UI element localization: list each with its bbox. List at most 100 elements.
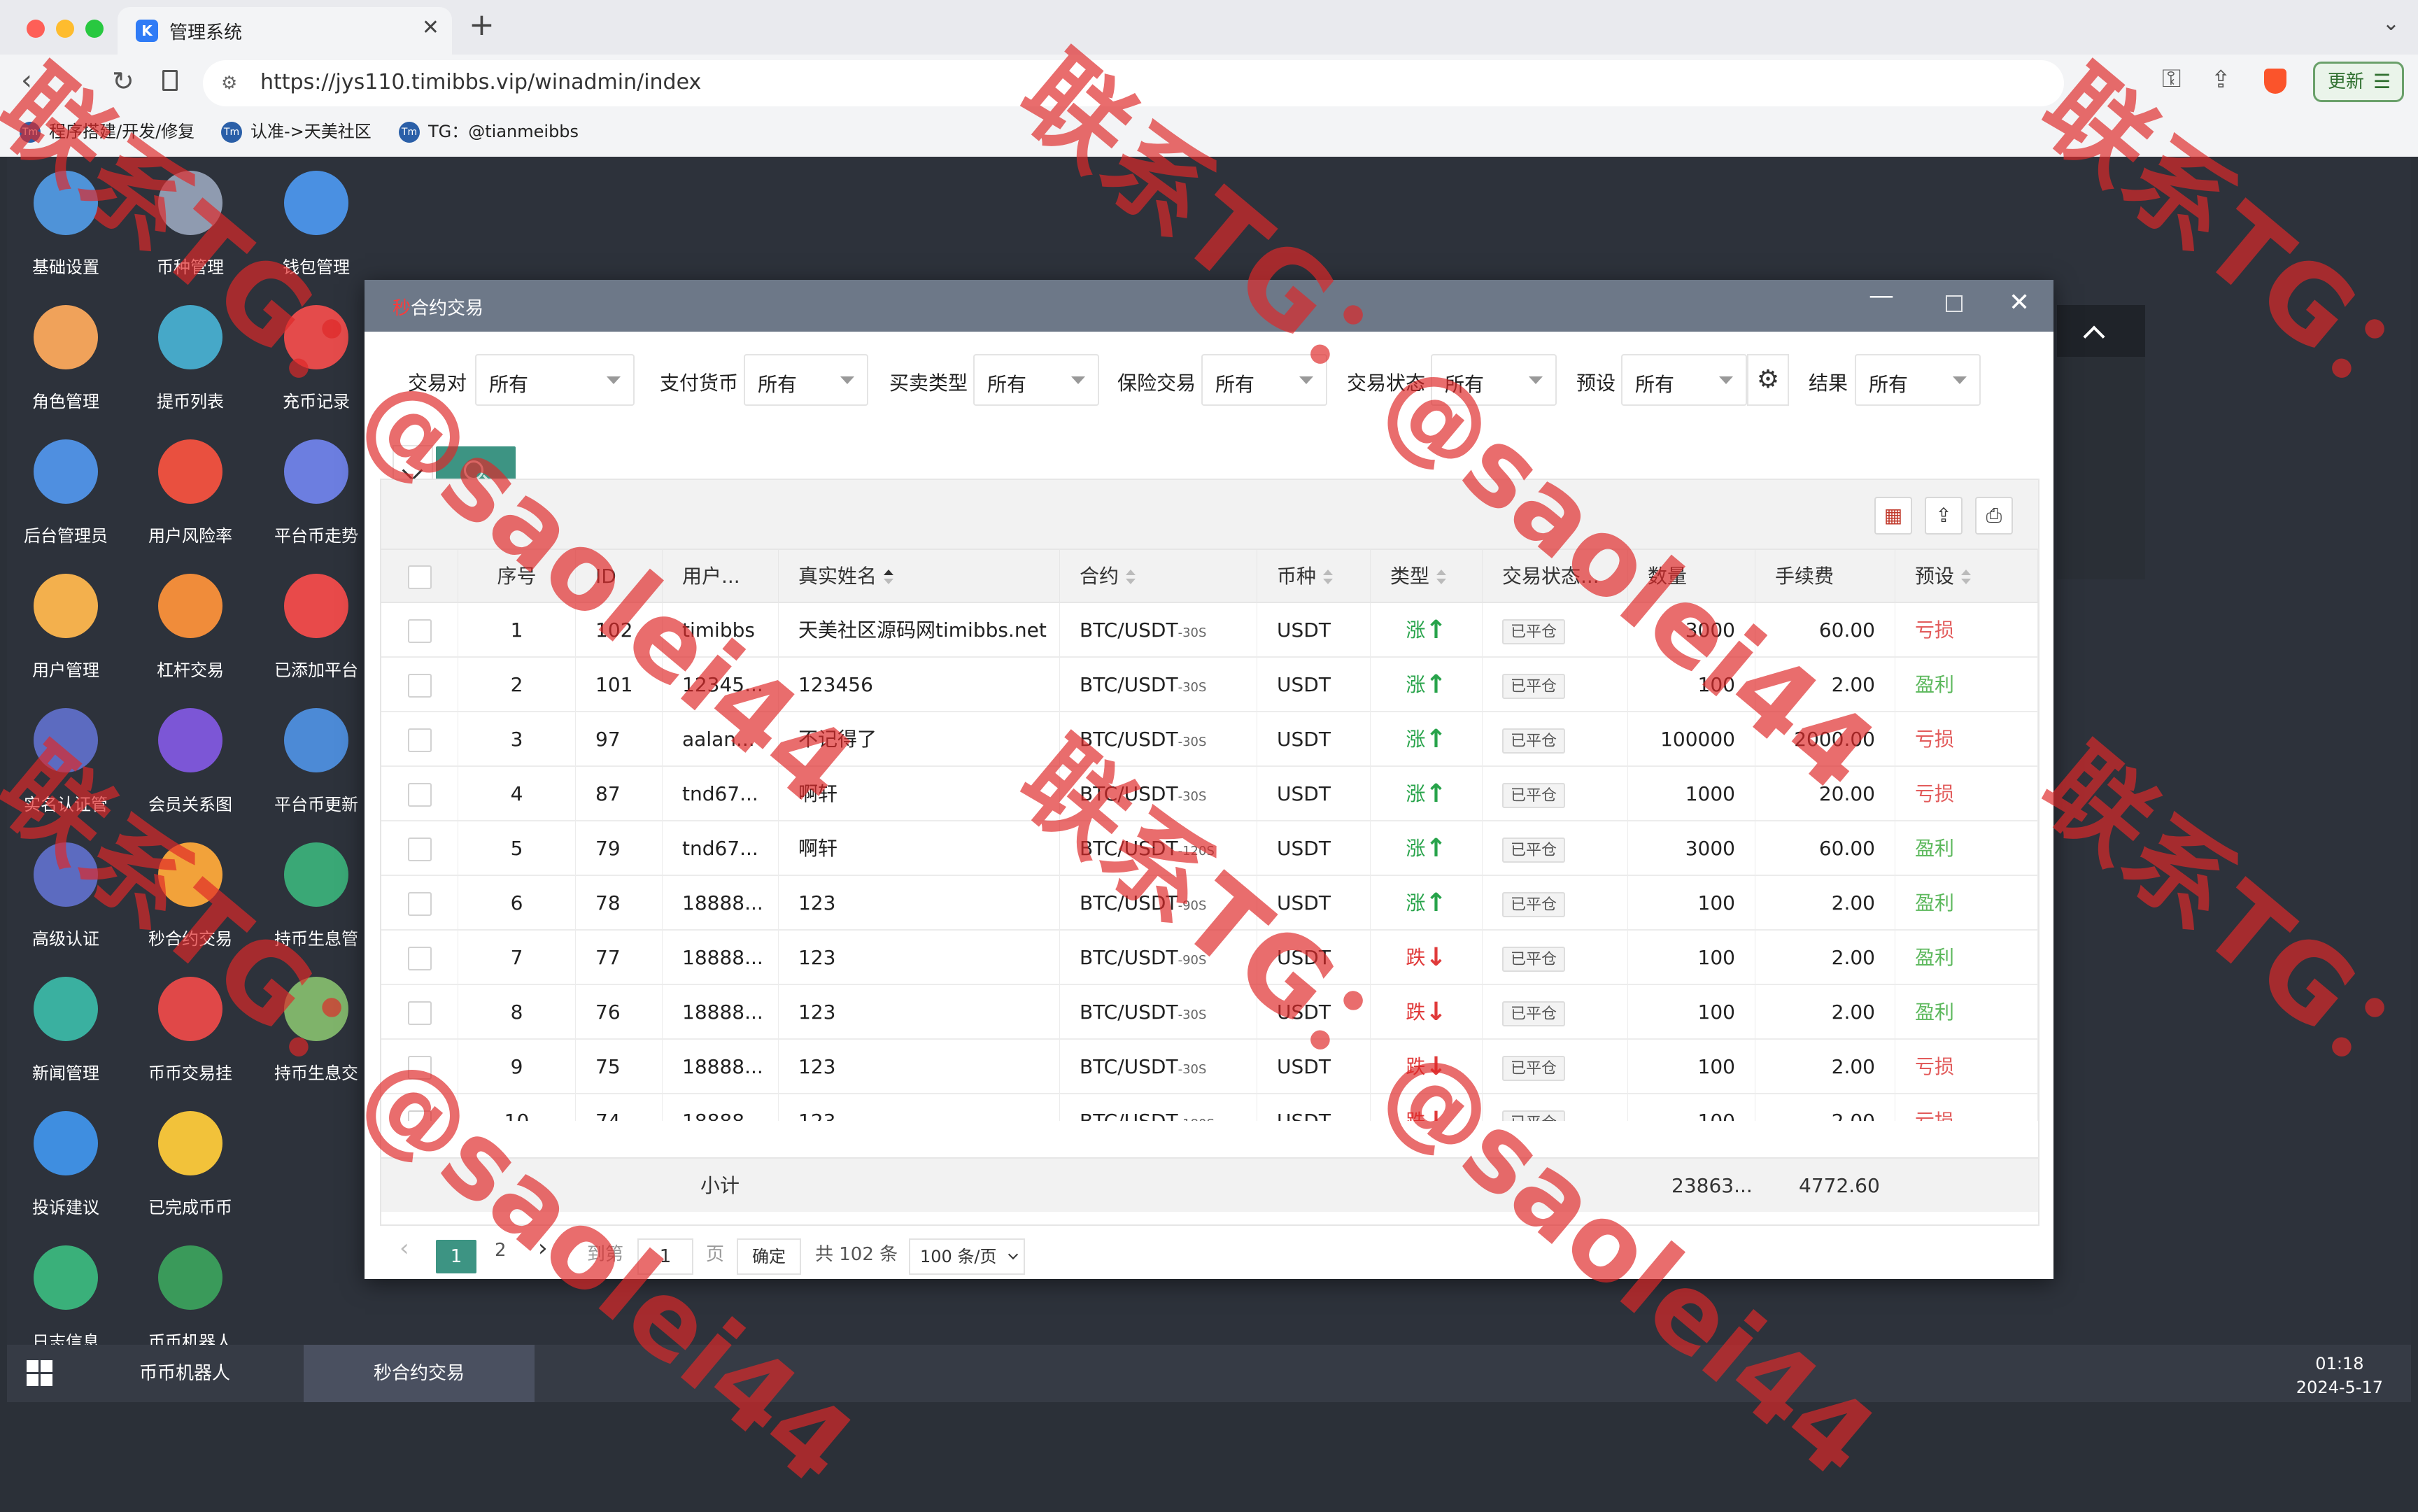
page-1-button[interactable]: 1 xyxy=(436,1240,476,1273)
table-row[interactable]: 9 75 18888... 123 BTC/USDT-30S USDT 跌↓ 已平仓 100 2.… xyxy=(381,1040,2038,1094)
column-header[interactable]: 类型 xyxy=(1371,550,1483,603)
desktop-icon[interactable]: 充币记录 xyxy=(253,298,379,431)
desktop-icon[interactable]: 平台币更新 xyxy=(253,701,379,834)
table-row[interactable]: 7 77 18888... 123 BTC/USDT-90S USDT 跌↓ 已平仓 100 2.… xyxy=(381,931,2038,985)
taskbar-item-contract[interactable]: 秒合约交易 xyxy=(304,1345,535,1402)
desktop-icon[interactable]: 持币生息交 xyxy=(253,970,379,1103)
sort-icon[interactable] xyxy=(884,570,894,585)
taskbar-item-robot[interactable]: 币币机器人 xyxy=(71,1345,298,1402)
reload-icon[interactable]: ↻ xyxy=(112,66,134,97)
window-titlebar[interactable]: 秒合约交易 — ✕ xyxy=(365,280,2053,332)
column-header[interactable]: 合约 xyxy=(1060,550,1257,603)
url-text[interactable]: https://jys110.timibbs.vip/winadmin/inde… xyxy=(260,70,701,94)
column-header[interactable]: 数量 xyxy=(1628,550,1755,603)
collapse-chevron-icon[interactable] xyxy=(2057,305,2145,357)
column-header[interactable]: 用户... xyxy=(663,550,779,603)
column-header[interactable]: 交易状态... xyxy=(1483,550,1628,603)
tab-close-icon[interactable]: ✕ xyxy=(422,15,439,40)
table-row[interactable]: 6 78 18888... 123 BTC/USDT-90S USDT 涨↑ 已平仓 100 2.… xyxy=(381,876,2038,931)
prev-page-icon[interactable]: ‹ xyxy=(400,1234,409,1262)
desktop-icon[interactable]: 币种管理 xyxy=(127,164,253,297)
column-header[interactable]: 预设 xyxy=(1895,550,2038,603)
filter-select-side[interactable]: 所有 xyxy=(973,354,1099,406)
columns-filter-icon[interactable]: ▦ xyxy=(1874,497,1912,535)
row-checkbox[interactable] xyxy=(381,767,458,821)
column-header[interactable]: ID xyxy=(576,550,663,603)
filter-select-status[interactable]: 所有 xyxy=(1431,354,1557,406)
row-checkbox[interactable] xyxy=(381,876,458,931)
tab-list-chevron-icon[interactable]: ⌄ xyxy=(2382,11,2400,36)
bookmark-icon[interactable] xyxy=(162,70,178,91)
new-tab-icon[interactable]: + xyxy=(469,7,495,43)
address-bar[interactable]: ⚙ https://jys110.timibbs.vip/winadmin/in… xyxy=(203,60,2064,106)
column-header[interactable]: 真实姓名 xyxy=(779,550,1060,603)
table-row[interactable]: 4 87 tnd67... 啊轩 BTC/USDT-30S USDT 涨↑ 已平仓 1000 20… xyxy=(381,767,2038,821)
bookmark-item[interactable]: Tm 认准->天美社区 xyxy=(221,118,372,143)
row-checkbox[interactable] xyxy=(381,658,458,712)
maximize-icon[interactable] xyxy=(1946,295,1963,312)
desktop-icon[interactable]: 已完成币币 xyxy=(127,1104,253,1237)
filter-select-result[interactable]: 所有 xyxy=(1855,354,1981,406)
row-checkbox[interactable] xyxy=(381,985,458,1040)
window-close-dot[interactable] xyxy=(27,20,45,38)
select-all-checkbox[interactable] xyxy=(381,550,458,603)
desktop-icon[interactable]: 会员关系图 xyxy=(127,701,253,834)
table-row[interactable]: 5 79 tnd67... 啊轩 BTC/USDT-120S USDT 涨↑ 已平仓 3000 6… xyxy=(381,821,2038,876)
back-icon[interactable]: ‹ xyxy=(21,64,32,97)
desktop-icon[interactable]: 后台管理员 xyxy=(3,432,129,565)
filter-select-preset[interactable]: 所有 xyxy=(1621,354,1747,406)
sort-icon[interactable] xyxy=(1323,570,1334,585)
table-row[interactable]: 1 102 timibbs 天美社区源码网timibbs.net BTC/USDT-30… xyxy=(381,603,2038,658)
desktop-icon[interactable]: 用户风险率 xyxy=(127,432,253,565)
desktop-icon[interactable]: 角色管理 xyxy=(3,298,129,431)
filter-select-pair[interactable]: 所有 xyxy=(475,354,635,406)
filter-select-insurance[interactable]: 所有 xyxy=(1201,354,1327,406)
bookmark-item[interactable]: Tm 程序搭建/开发/修复 xyxy=(20,118,195,143)
bookmark-item[interactable]: Tm TG：@tianmeibbs xyxy=(399,118,579,143)
gear-icon[interactable]: ⚙ xyxy=(1747,354,1789,406)
background-window[interactable] xyxy=(2057,305,2145,579)
desktop-icon[interactable]: 钱包管理 xyxy=(253,164,379,297)
desktop-icon[interactable]: 持币生息管 xyxy=(253,835,379,968)
page-size-select[interactable]: 100 条/页 xyxy=(909,1238,1025,1275)
desktop-icon[interactable]: 杠杆交易 xyxy=(127,567,253,700)
window-maximize-dot[interactable] xyxy=(85,20,104,38)
goto-page-input[interactable]: 1 xyxy=(637,1238,693,1275)
confirm-button[interactable]: 确定 xyxy=(737,1238,801,1275)
desktop-icon[interactable]: 秒合约交易 xyxy=(127,835,253,968)
desktop-icon[interactable]: 投诉建议 xyxy=(3,1104,129,1237)
sort-icon[interactable] xyxy=(1126,570,1136,585)
minimize-icon[interactable]: — xyxy=(1869,281,1894,310)
print-icon[interactable]: ⎙ xyxy=(1975,497,2013,535)
desktop-icon[interactable]: 新闻管理 xyxy=(3,970,129,1103)
share-icon[interactable]: ⇪ xyxy=(2211,66,2231,94)
row-checkbox[interactable] xyxy=(381,1040,458,1094)
column-header[interactable]: 币种 xyxy=(1257,550,1371,603)
desktop-icon[interactable]: 用户管理 xyxy=(3,567,129,700)
row-checkbox[interactable] xyxy=(381,1094,458,1121)
key-icon[interactable]: ⚿ xyxy=(2162,64,2181,94)
table-row[interactable]: 8 76 18888... 123 BTC/USDT-30S USDT 跌↓ 已平仓 100 2.… xyxy=(381,985,2038,1040)
export-icon[interactable]: ⇪ xyxy=(1925,497,1963,535)
next-page-icon[interactable]: › xyxy=(538,1234,548,1262)
desktop-icon[interactable]: 已添加平台 xyxy=(253,567,379,700)
sort-icon[interactable] xyxy=(1436,570,1447,585)
desktop-icon[interactable]: 基础设置 xyxy=(3,164,129,297)
window-minimize-dot[interactable] xyxy=(56,20,74,38)
row-checkbox[interactable] xyxy=(381,603,458,658)
row-checkbox[interactable] xyxy=(381,821,458,876)
browser-tab[interactable]: K 管理系统 ✕ xyxy=(118,7,452,55)
table-row[interactable]: 2 101 12345... 123456 BTC/USDT-30S USDT 涨↑ 已平仓 1… xyxy=(381,658,2038,712)
column-header[interactable]: 序号 xyxy=(458,550,576,603)
close-icon[interactable]: ✕ xyxy=(2009,288,2030,317)
brave-shield-icon[interactable] xyxy=(2264,69,2286,94)
table-row[interactable]: 3 97 aalan... 不记得了 BTC/USDT-30S USDT 涨↑ 已平仓 1000… xyxy=(381,712,2038,767)
row-checkbox[interactable] xyxy=(381,931,458,985)
start-windows-icon[interactable] xyxy=(27,1360,53,1387)
sort-icon[interactable] xyxy=(1961,570,1972,585)
desktop-icon[interactable]: 币币交易挂 xyxy=(127,970,253,1103)
filter-select-currency[interactable]: 所有 xyxy=(744,354,868,406)
desktop-icon[interactable]: 提币列表 xyxy=(127,298,253,431)
desktop-icon[interactable]: 平台币走势 xyxy=(253,432,379,565)
update-button[interactable]: 更新 ☰ xyxy=(2313,62,2404,102)
